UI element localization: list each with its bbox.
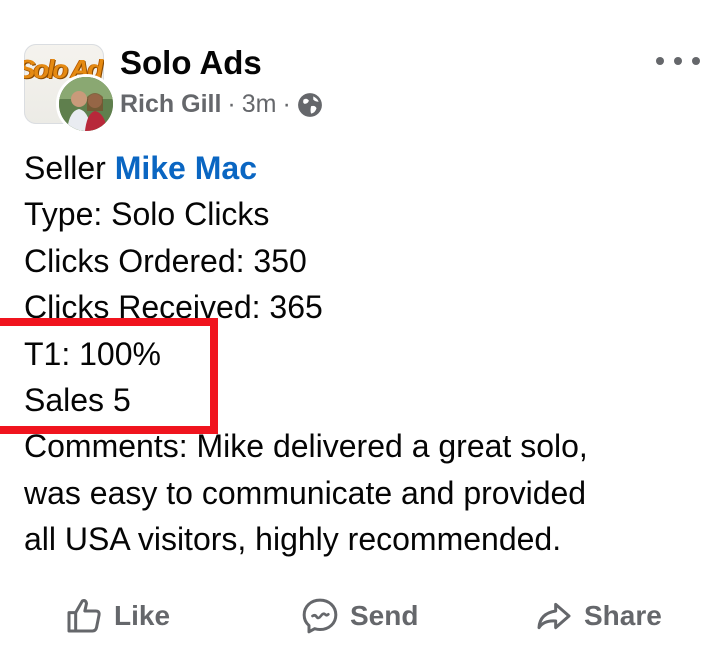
seller-label: Seller (24, 150, 106, 186)
post-time[interactable]: 3m (242, 90, 277, 119)
meta-separator: · (282, 90, 291, 118)
dot (692, 57, 700, 65)
share-label: Share (584, 600, 662, 631)
seller-line: Seller Mike Mac (24, 145, 704, 191)
messenger-icon (302, 598, 338, 634)
thumbs-up-icon (67, 599, 101, 633)
post-header: Solo Ad Solo Ads Rich Gill · 3m · (24, 44, 700, 134)
author-avatar[interactable] (56, 74, 116, 134)
sales-line: Sales 5 (24, 382, 131, 419)
clicks-received-line: Clicks Received: 365 (24, 289, 323, 326)
dot (674, 57, 682, 65)
globe-icon (297, 92, 322, 117)
post-body: Seller Mike Mac Type: Solo Clicks Clicks… (24, 145, 704, 563)
type-line: Type: Solo Clicks (24, 196, 270, 233)
t1-line: T1: 100% (24, 335, 161, 372)
dot (656, 57, 664, 65)
comments-line-2: was easy to communicate and provided (24, 474, 587, 511)
post-meta: Rich Gill · 3m · (120, 90, 323, 119)
meta-separator: · (227, 90, 236, 118)
avatar-photo (59, 77, 113, 131)
comments-line-3: all USA visitors, highly recommended. (24, 521, 562, 558)
share-button[interactable]: Share (534, 588, 662, 644)
like-button[interactable]: Like (64, 588, 170, 644)
more-options-icon[interactable] (656, 46, 700, 76)
group-name[interactable]: Solo Ads (120, 44, 262, 82)
seller-name-link[interactable]: Mike Mac (115, 150, 257, 186)
comments-line-1: Comments: Mike delivered a great solo, (24, 428, 588, 465)
post-action-bar: Like Send Share (0, 588, 720, 644)
author-name[interactable]: Rich Gill (120, 90, 221, 119)
share-arrow-icon (537, 602, 571, 630)
send-button[interactable]: Send (300, 588, 418, 644)
clicks-ordered-line: Clicks Ordered: 350 (24, 242, 307, 279)
like-label: Like (114, 600, 171, 631)
send-label: Send (350, 600, 419, 631)
